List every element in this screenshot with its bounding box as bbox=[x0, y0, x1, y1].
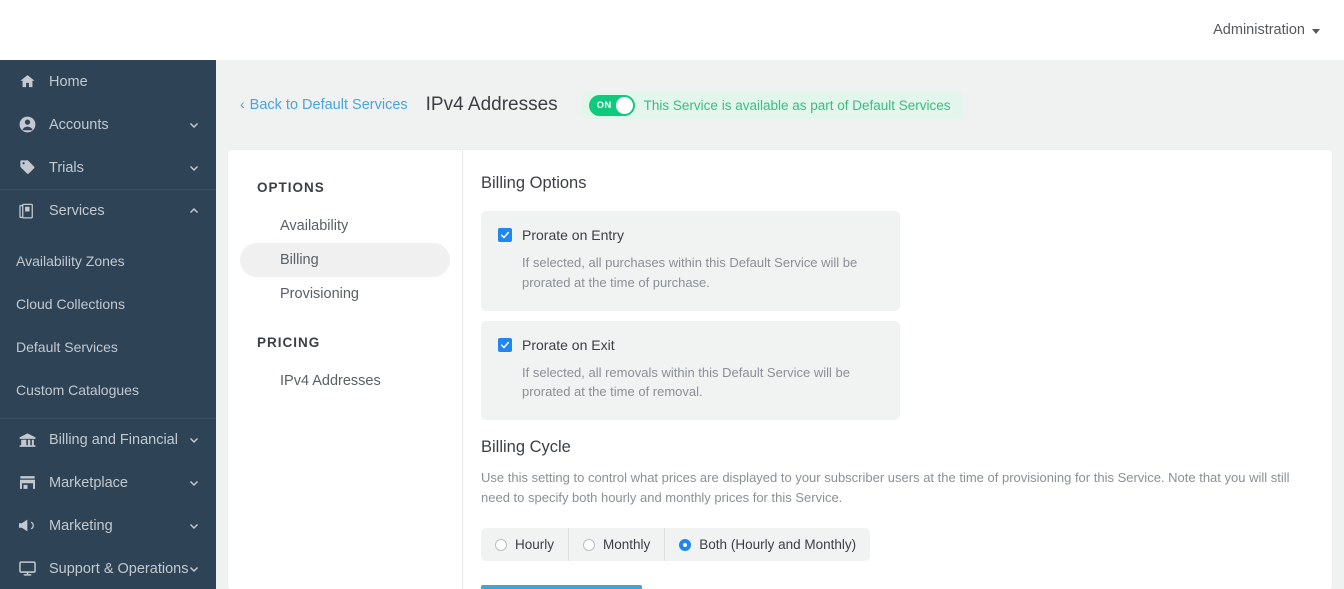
sidebar-item-marketplace[interactable]: Marketplace bbox=[0, 461, 216, 504]
sidebar-item-trials-label: Trials bbox=[49, 159, 84, 176]
service-availability-toggle[interactable]: ON bbox=[588, 94, 635, 116]
prorate-on-exit-label: Prorate on Exit bbox=[522, 336, 615, 353]
form-actions: SAVE AND UPDATE CANCEL bbox=[481, 585, 1302, 589]
options-item-label: Provisioning bbox=[280, 286, 359, 302]
sidebar-subitem-default-services[interactable]: Default Services bbox=[0, 325, 216, 368]
availability-message: This Service is available as part of Def… bbox=[643, 97, 951, 113]
main-content: ‹ Back to Default Services IPv4 Addresse… bbox=[216, 60, 1344, 589]
sidebar-item-billing-and-financial-label: Billing and Financial bbox=[49, 432, 178, 448]
radio-icon bbox=[495, 538, 507, 551]
pricing-heading: PRICING bbox=[257, 335, 321, 350]
options-item-provisioning[interactable]: Provisioning bbox=[240, 277, 450, 311]
pricing-item-ipv4-addresses[interactable]: IPv4 Addresses bbox=[240, 364, 450, 398]
radio-icon bbox=[583, 538, 596, 551]
chevron-left-icon: ‹ bbox=[240, 96, 245, 112]
settings-card: OPTIONS Availability Billing Provisionin… bbox=[228, 150, 1332, 589]
chevron-down-icon bbox=[188, 477, 200, 489]
billing-options-title: Billing Options bbox=[481, 174, 587, 192]
page-header: ‹ Back to Default Services IPv4 Addresse… bbox=[216, 60, 1344, 150]
billing-cycle-option-label: Hourly bbox=[515, 537, 555, 553]
sidebar-item-trials[interactable]: Trials bbox=[0, 146, 216, 189]
home-icon bbox=[16, 71, 38, 93]
chevron-down-icon bbox=[188, 434, 200, 446]
options-item-billing[interactable]: Billing bbox=[240, 243, 450, 277]
user-circle-icon bbox=[16, 114, 38, 136]
sidebar-subitem-cloud-collections[interactable]: Cloud Collections bbox=[0, 282, 216, 325]
prorate-on-exit-row: Prorate on Exit bbox=[498, 337, 882, 353]
billing-cycle-title: Billing Cycle bbox=[481, 438, 571, 456]
prorate-on-entry-row: Prorate on Entry bbox=[498, 227, 882, 243]
top-bar: Administration bbox=[0, 0, 1344, 60]
options-item-availability[interactable]: Availability bbox=[240, 209, 450, 243]
prorate-on-entry-box: Prorate on Entry If selected, all purcha… bbox=[481, 211, 900, 311]
billing-cycle-option-hourly[interactable]: Hourly bbox=[481, 528, 570, 562]
options-pane: OPTIONS Availability Billing Provisionin… bbox=[228, 150, 463, 589]
tag-icon bbox=[16, 157, 38, 179]
billing-cycle-radio-group: Hourly Monthly Both (Hourly and Monthly) bbox=[481, 528, 871, 562]
sidebar-item-accounts[interactable]: Accounts bbox=[0, 103, 216, 146]
chevron-down-icon bbox=[188, 162, 200, 174]
sidebar-subnav-spacer-bottom bbox=[0, 411, 216, 418]
toggle-knob bbox=[615, 96, 633, 114]
chevron-down-icon bbox=[188, 563, 200, 575]
bank-icon bbox=[16, 429, 38, 451]
prorate-on-exit-checkbox[interactable] bbox=[498, 337, 512, 352]
sidebar-subitem-label: Cloud Collections bbox=[16, 295, 125, 312]
prorate-on-entry-label: Prorate on Entry bbox=[522, 227, 624, 243]
radio-selected-icon bbox=[679, 538, 692, 551]
store-icon bbox=[16, 472, 38, 494]
billing-cycle-option-label: Both (Hourly and Monthly) bbox=[699, 537, 857, 553]
sidebar-item-accounts-label: Accounts bbox=[49, 116, 109, 133]
options-item-label: Availability bbox=[280, 218, 349, 234]
sidebar-subitem-label: Availability Zones bbox=[16, 252, 125, 269]
chevron-up-icon bbox=[188, 205, 200, 217]
sidebar-item-services-label: Services bbox=[49, 203, 105, 219]
sidebar-item-support-and-operations[interactable]: Support & Operations bbox=[0, 547, 216, 589]
chevron-down-icon bbox=[1312, 28, 1320, 34]
sidebar-subitem-custom-catalogues[interactable]: Custom Catalogues bbox=[0, 368, 216, 411]
sidebar-item-marketplace-label: Marketplace bbox=[49, 474, 128, 491]
toggle-state-label: ON bbox=[596, 99, 612, 111]
prorate-on-entry-description: If selected, all purchases within this D… bbox=[522, 255, 858, 290]
sidebar-subnav-spacer bbox=[0, 232, 216, 239]
sidebar-item-marketing-label: Marketing bbox=[49, 517, 113, 534]
sidebar-item-billing-and-financial[interactable]: Billing and Financial bbox=[0, 418, 216, 461]
options-item-label: Billing bbox=[280, 252, 319, 268]
service-availability-badge: ON This Service is available as part of … bbox=[581, 91, 963, 119]
prorate-on-exit-box: Prorate on Exit If selected, all removal… bbox=[481, 320, 900, 420]
page-title: IPv4 Addresses bbox=[425, 94, 558, 115]
sidebar-subitem-label: Default Services bbox=[16, 338, 118, 355]
chevron-down-icon bbox=[188, 520, 200, 532]
services-stack-icon bbox=[16, 200, 38, 222]
chevron-down-icon bbox=[188, 119, 200, 131]
megaphone-icon bbox=[16, 515, 38, 537]
sidebar-item-services[interactable]: Services bbox=[0, 189, 216, 232]
prorate-on-exit-description: If selected, all removals within this De… bbox=[522, 364, 851, 400]
back-to-default-services-link[interactable]: ‹ Back to Default Services bbox=[240, 97, 408, 113]
billing-cycle-option-monthly[interactable]: Monthly bbox=[569, 528, 666, 562]
administration-menu[interactable]: Administration bbox=[1213, 22, 1320, 38]
pricing-item-label: IPv4 Addresses bbox=[280, 373, 381, 389]
sidebar-subitem-availability-zones[interactable]: Availability Zones bbox=[0, 239, 216, 282]
sidebar: Home Accounts Trials Services Availabili… bbox=[0, 60, 216, 589]
save-and-update-button[interactable]: SAVE AND UPDATE bbox=[481, 585, 643, 589]
back-link-label: Back to Default Services bbox=[249, 97, 408, 113]
billing-cycle-description: Use this setting to control what prices … bbox=[481, 470, 1290, 506]
sidebar-item-home[interactable]: Home bbox=[0, 60, 216, 103]
sidebar-item-home-label: Home bbox=[49, 73, 88, 90]
sidebar-item-marketing[interactable]: Marketing bbox=[0, 504, 216, 547]
app-root: Administration Home Accounts Trials Serv… bbox=[0, 0, 1344, 589]
prorate-on-entry-checkbox[interactable] bbox=[498, 228, 512, 242]
billing-cycle-option-both[interactable]: Both (Hourly and Monthly) bbox=[665, 528, 870, 561]
options-pane-gap bbox=[228, 311, 462, 335]
administration-menu-label: Administration bbox=[1213, 22, 1305, 38]
billing-cycle-option-label: Monthly bbox=[603, 537, 651, 553]
options-heading: OPTIONS bbox=[257, 180, 325, 195]
billing-content-pane: Billing Options Prorate on Entry If sele… bbox=[463, 150, 1332, 589]
sidebar-item-support-and-operations-label: Support & Operations bbox=[49, 560, 189, 577]
monitor-icon bbox=[16, 558, 38, 580]
sidebar-subitem-label: Custom Catalogues bbox=[16, 381, 139, 398]
